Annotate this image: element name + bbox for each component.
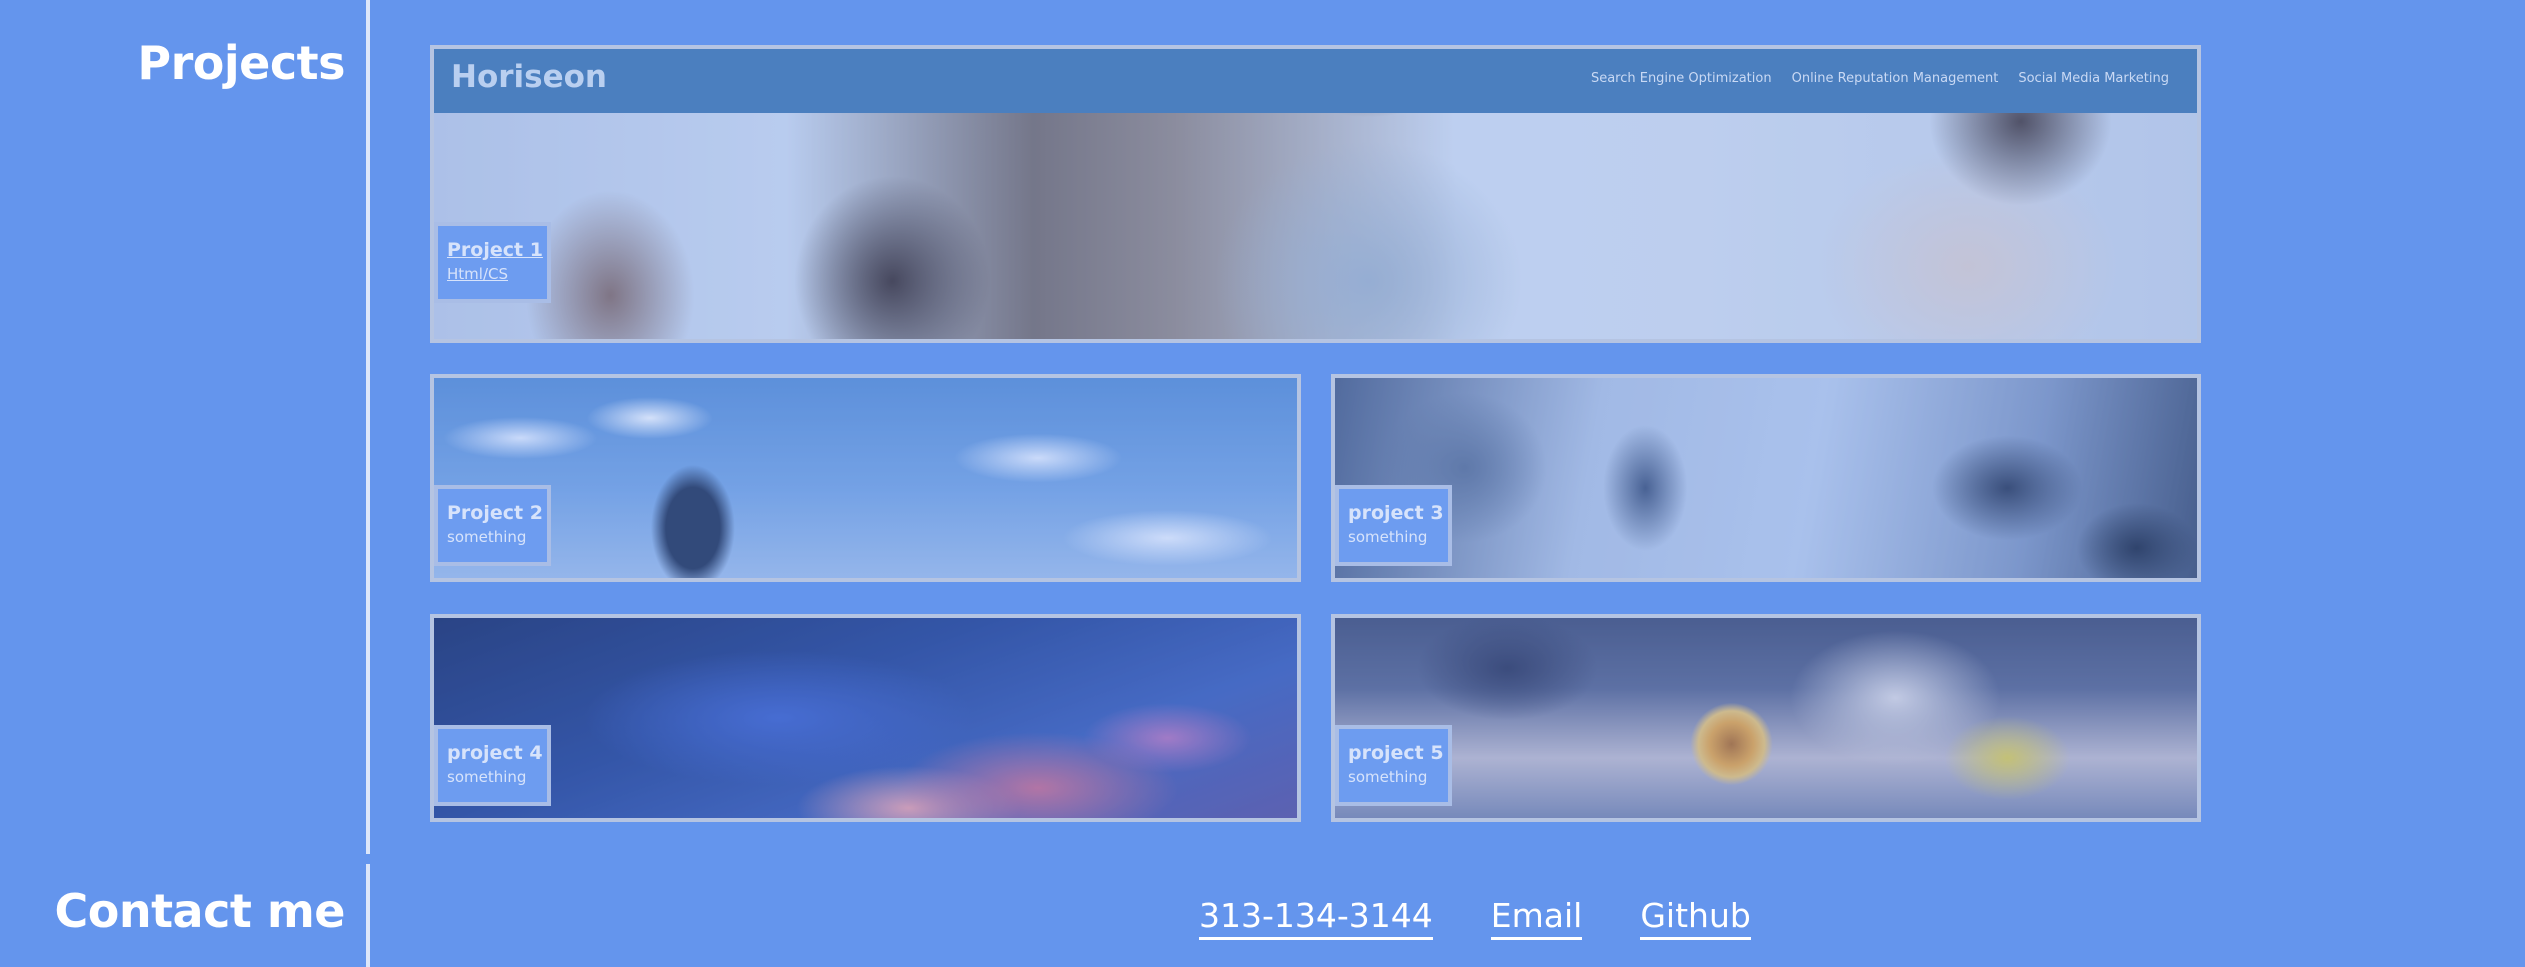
horiseon-nav-item: Social Media Marketing [2018, 71, 2169, 86]
card-overlay [1335, 618, 2197, 818]
horiseon-header: Horiseon Search Engine Optimization Onli… [434, 49, 2197, 113]
contact-section-title: Contact me [54, 884, 345, 938]
horiseon-nav-item: Search Engine Optimization [1590, 71, 1772, 86]
project-subtitle: something [447, 528, 527, 546]
card-overlay [434, 378, 1297, 578]
github-link[interactable]: Github [1640, 896, 1751, 940]
project-title[interactable]: Project 1 [447, 238, 547, 262]
project-label[interactable]: Project 1 Html/CS [434, 222, 551, 303]
project-subtitle: something [1348, 528, 1428, 546]
horiseon-brand: Horiseon [451, 59, 607, 95]
project-title: project 5 [1348, 742, 1444, 764]
project-title: project 4 [447, 742, 543, 764]
project-label: Project 2 something [434, 485, 551, 566]
project-card-4[interactable]: project 4 something [430, 614, 1301, 822]
project-subtitle[interactable]: Html/CS [447, 262, 547, 286]
project-subtitle: something [1348, 768, 1428, 786]
projects-section-title: Projects [137, 36, 345, 90]
project-card-3[interactable]: project 3 something [1331, 374, 2201, 582]
project-subtitle: something [447, 768, 527, 786]
project-label: project 3 something [1335, 485, 1452, 566]
project-title: Project 2 [447, 502, 543, 524]
horiseon-nav-item: Online Reputation Management [1791, 71, 1999, 86]
project-label: project 4 something [434, 725, 551, 806]
horiseon-nav: Search Engine Optimization Online Reputa… [1591, 71, 2169, 86]
email-link[interactable]: Email [1490, 896, 1583, 940]
project-label: project 5 something [1335, 725, 1452, 806]
project-card-5[interactable]: project 5 something [1331, 614, 2201, 822]
project-card-2[interactable]: Project 2 something [430, 374, 1301, 582]
project-title: project 3 [1348, 502, 1444, 524]
projects-divider [366, 0, 370, 854]
contact-divider [366, 864, 370, 967]
contact-links: 313-134-3144 Email Github [1199, 896, 1751, 940]
phone-link[interactable]: 313-134-3144 [1199, 896, 1433, 940]
card-overlay [434, 618, 1297, 818]
card-overlay [1335, 378, 2197, 578]
project-card-1[interactable]: Horiseon Search Engine Optimization Onli… [430, 45, 2201, 343]
